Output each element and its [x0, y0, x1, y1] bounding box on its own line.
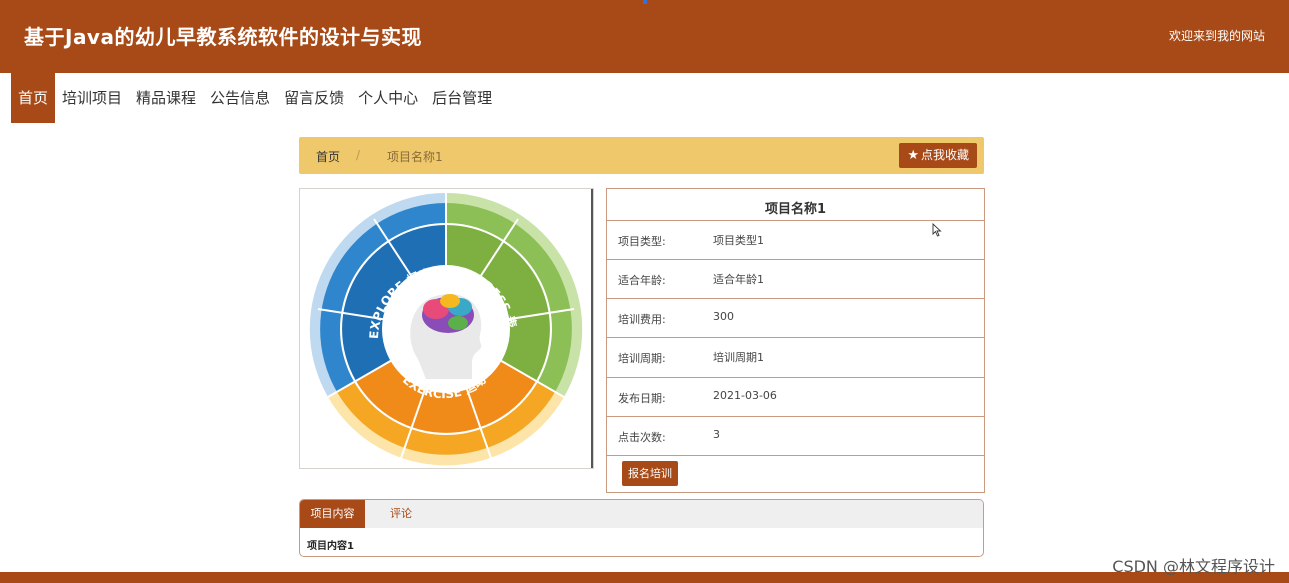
detail-label: 培训周期: [618, 352, 666, 365]
detail-value: 培训周期1 [713, 351, 764, 364]
nav-item-feedback[interactable]: 留言反馈 [277, 73, 351, 123]
cursor-marker [643, 0, 647, 4]
breadcrumb: 首页 / 项目名称1 ★ 点我收藏 [299, 137, 984, 174]
tab-content-text: 项目内容1 [307, 541, 354, 552]
nav-item-training[interactable]: 培训项目 [55, 73, 129, 123]
tab-comments[interactable]: 评论 [390, 500, 412, 528]
nav-item-courses[interactable]: 精品课程 [129, 73, 203, 123]
detail-value: 3 [713, 428, 720, 441]
detail-value: 2021-03-06 [713, 389, 777, 402]
detail-label: 发布日期: [618, 392, 666, 405]
detail-value: 项目类型1 [713, 234, 764, 247]
welcome-text: 欢迎来到我的网站 [1168, 29, 1265, 43]
detail-row-date: 发布日期: 2021-03-06 [607, 377, 984, 416]
tab-project-content[interactable]: 项目内容 [300, 500, 365, 528]
nav-item-home[interactable]: 首页 [11, 73, 56, 123]
project-detail-panel: 项目名称1 项目类型: 项目类型1 适合年龄: 适合年龄1 培训费用: 300 … [606, 188, 985, 493]
project-title: 项目名称1 [764, 202, 827, 217]
breadcrumb-separator: / [356, 148, 361, 162]
detail-label: 点击次数: [618, 431, 666, 444]
mouse-pointer-icon [932, 223, 942, 237]
nav-item-admin[interactable]: 后台管理 [425, 73, 499, 123]
watermark: CSDN @林文程序设计 [1112, 557, 1275, 576]
detail-label: 培训费用: [618, 313, 666, 326]
project-tabs: 项目内容 评论 项目内容1 [299, 499, 984, 557]
footer-bar [0, 572, 1289, 583]
detail-label: 项目类型: [618, 235, 666, 248]
detail-label: 适合年龄: [618, 274, 666, 287]
main-nav: 首页 培训项目 精品课程 公告信息 留言反馈 个人中心 后台管理 [11, 73, 499, 123]
image-edge [591, 189, 593, 468]
detail-row-clicks: 点击次数: 3 [607, 416, 984, 455]
detail-row-type: 项目类型: 项目类型1 [607, 220, 984, 259]
tabs-header: 项目内容 评论 [300, 500, 983, 528]
breadcrumb-home[interactable]: 首页 [316, 148, 340, 165]
nav-item-notices[interactable]: 公告信息 [203, 73, 277, 123]
star-icon: ★ [907, 148, 919, 163]
breadcrumb-current: 项目名称1 [387, 150, 443, 164]
detail-value: 适合年龄1 [713, 273, 764, 286]
detail-value: 300 [713, 310, 734, 323]
early-education-wheel-image: EXPLORE 探索 EXPRESS 表达 EXERCISE 运动 [300, 189, 583, 466]
favorite-button-label: 点我收藏 [920, 148, 969, 162]
nav-item-profile[interactable]: 个人中心 [351, 73, 425, 123]
signup-button[interactable]: 报名培训 [622, 461, 678, 486]
site-title: 基于Java的幼儿早教系统软件的设计与实现 [24, 25, 422, 49]
detail-row-period: 培训周期: 培训周期1 [607, 337, 984, 376]
detail-row-fee: 培训费用: 300 [607, 298, 984, 337]
detail-row-age: 适合年龄: 适合年龄1 [607, 259, 984, 298]
favorite-button[interactable]: ★ 点我收藏 [899, 143, 977, 168]
site-header: 基于Java的幼儿早教系统软件的设计与实现 欢迎来到我的网站 [0, 0, 1289, 73]
project-image: EXPLORE 探索 EXPRESS 表达 EXERCISE 运动 [299, 188, 594, 469]
